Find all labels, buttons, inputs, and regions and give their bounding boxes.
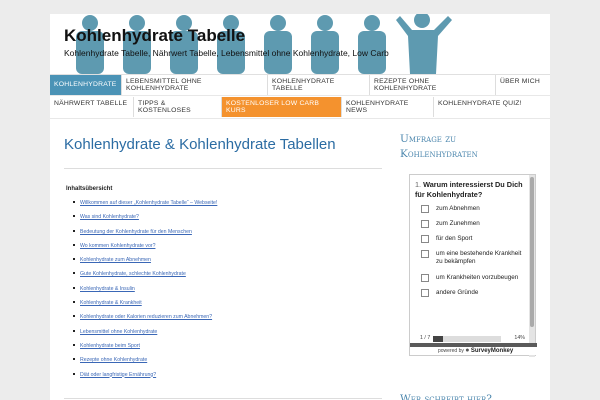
sidebar: Umfrage zu Kohlenhydraten 1. Warum inter… — [400, 132, 540, 400]
list-item: Rezepte ohne Kohlenhydrate — [64, 353, 217, 367]
nav-item-lebensmittel[interactable]: Lebensmittel ohne Kohlenhydrate — [122, 75, 268, 95]
list-item: Willkommen auf dieser „Kohlenhydrate Tab… — [64, 196, 217, 210]
toc-link[interactable]: Kohlenhydrate oder Kalorien reduzieren z… — [80, 314, 212, 320]
list-item: Lebensmittel ohne Kohlenhydrate — [64, 325, 217, 339]
nav-item-tipps[interactable]: Tipps & Kostenloses — [134, 97, 222, 117]
scrollbar-thumb[interactable] — [530, 177, 534, 327]
survey-option[interactable]: zum Zunehmen — [421, 220, 525, 235]
site-description: Kohlenhydrate Tabelle, Nährwert Tabelle,… — [64, 48, 389, 58]
header: Kohlenhydrate Tabelle Kohlenhydrate Tabe… — [50, 14, 550, 74]
checkbox[interactable] — [421, 205, 429, 213]
list-item: Kohlenhydrate & Krankheit — [64, 296, 217, 310]
author-widget-title: Wer schreibt hier? — [400, 393, 492, 400]
toc-title: Inhaltsübersicht — [66, 186, 113, 192]
toc-link[interactable]: Gute Kohlenhydrate, schlechte Kohlenhydr… — [80, 271, 186, 277]
toc-link[interactable]: Kohlenhydrate & Insulin — [80, 286, 135, 292]
survey-option[interactable]: um eine bestehende Krankheit zu bekämpfe… — [421, 250, 525, 274]
option-label: für den Sport — [436, 235, 473, 242]
list-item: Wo kommen Kohlenhydrate vor? — [64, 239, 217, 253]
toc-link[interactable]: Kohlenhydrate zum Abnehmen — [80, 257, 151, 263]
toc-link[interactable]: Kohlenhydrate beim Sport — [80, 343, 140, 349]
toc-link[interactable]: Was sind Kohlenhydrate? — [80, 214, 139, 220]
progress-count: 1 / 7 — [420, 335, 431, 341]
toc-link[interactable]: Rezepte ohne Kohlenhydrate — [80, 357, 147, 363]
option-label: um Krankheiten vorzubeugen — [436, 274, 519, 281]
toc-link[interactable]: Wo kommen Kohlenhydrate vor? — [80, 243, 155, 249]
survey-question: 1. Warum interessierst Du Dich für Kohle… — [415, 180, 525, 200]
progress-fill — [433, 336, 443, 342]
site-title[interactable]: Kohlenhydrate Tabelle — [64, 26, 245, 46]
checkbox[interactable] — [421, 220, 429, 228]
list-item: Gute Kohlenhydrate, schlechte Kohlenhydr… — [64, 267, 217, 281]
page: Kohlenhydrate Tabelle Kohlenhydrate Tabe… — [50, 14, 550, 400]
survey-widget: 1. Warum interessierst Du Dich für Kohle… — [409, 174, 537, 357]
survey-footer: powered by ● SurveyMonkey — [410, 343, 537, 355]
toc-link[interactable]: Bedeutung der Kohlenhydrate für den Mens… — [80, 229, 192, 235]
list-item: Diät oder langfristige Ernährung? — [64, 368, 217, 382]
nav-item-kohlenhydrate[interactable]: Kohlenhydrate — [50, 75, 122, 95]
toc-link[interactable]: Willkommen auf dieser „Kohlenhydrate Tab… — [80, 200, 217, 206]
checkbox[interactable] — [421, 274, 429, 282]
option-label: andere Gründe — [436, 289, 479, 296]
divider — [64, 398, 382, 399]
list-item: Kohlenhydrate zum Abnehmen — [64, 253, 217, 267]
poll-widget-title-line2: Kohlenhydraten — [400, 148, 478, 160]
progress-percent: 14% — [514, 335, 525, 341]
option-label: um eine bestehende Krankheit zu bekämpfe… — [436, 250, 522, 265]
nav-item-quiz[interactable]: Kohlenhydrate Quiz! — [434, 97, 550, 117]
question-text: Warum interessierst Du Dich für Kohlenhy… — [415, 180, 523, 199]
checkbox[interactable] — [421, 289, 429, 297]
list-item: Bedeutung der Kohlenhydrate für den Mens… — [64, 225, 217, 239]
brand-label[interactable]: SurveyMonkey — [471, 348, 513, 354]
nav-item-naehrwert[interactable]: Nährwert Tabelle — [50, 97, 134, 117]
survey-option[interactable]: für den Sport — [421, 235, 525, 250]
survey-content: 1. Warum interessierst Du Dich für Kohle… — [410, 175, 530, 357]
list-item: Was sind Kohlenhydrate? — [64, 210, 217, 224]
nav-item-news[interactable]: Kohlenhydrate News — [342, 97, 434, 117]
survey-option[interactable]: um Krankheiten vorzubeugen — [421, 274, 525, 289]
list-item: Kohlenhydrate & Insulin — [64, 282, 217, 296]
survey-option[interactable]: zum Abnehmen — [421, 205, 525, 220]
poll-widget-title: Umfrage zu Kohlenhydraten — [400, 132, 540, 162]
checkbox[interactable] — [421, 250, 429, 258]
nav-item-low-carb-kurs[interactable]: Kostenloser Low Carb Kurs — [222, 97, 342, 117]
post-title[interactable]: Kohlenhydrate & Kohlenhydrate Tabellen — [64, 136, 384, 153]
surveymonkey-logo-icon[interactable]: ● — [465, 347, 469, 354]
poll-widget-title-line1: Umfrage zu — [400, 133, 457, 145]
nav-item-ueber-mich[interactable]: Über mich — [496, 75, 550, 95]
list-item: Kohlenhydrate beim Sport — [64, 339, 217, 353]
toc-link[interactable]: Diät oder langfristige Ernährung? — [80, 372, 156, 378]
progress-bar — [433, 336, 501, 342]
option-label: zum Zunehmen — [436, 220, 480, 227]
main-content: Kohlenhydrate & Kohlenhydrate Tabellen I… — [64, 132, 384, 399]
nav-item-tabelle[interactable]: Kohlenhydrate Tabelle — [268, 75, 370, 95]
toc-link[interactable]: Kohlenhydrate & Krankheit — [80, 300, 142, 306]
table-of-contents: Inhaltsübersicht Willkommen auf dieser „… — [64, 186, 217, 382]
scrollbar[interactable] — [529, 175, 535, 357]
survey-option[interactable]: andere Gründe — [421, 289, 525, 304]
option-label: zum Abnehmen — [436, 205, 480, 212]
nav-item-rezepte[interactable]: Rezepte ohne Kohlenhydrate — [370, 75, 496, 95]
divider — [64, 168, 382, 169]
question-number: 1. — [415, 180, 422, 189]
checkbox[interactable] — [421, 235, 429, 243]
toc-link[interactable]: Lebensmittel ohne Kohlenhydrate — [80, 329, 157, 335]
list-item: Kohlenhydrate oder Kalorien reduzieren z… — [64, 310, 217, 324]
powered-by-label: powered by — [438, 348, 464, 354]
